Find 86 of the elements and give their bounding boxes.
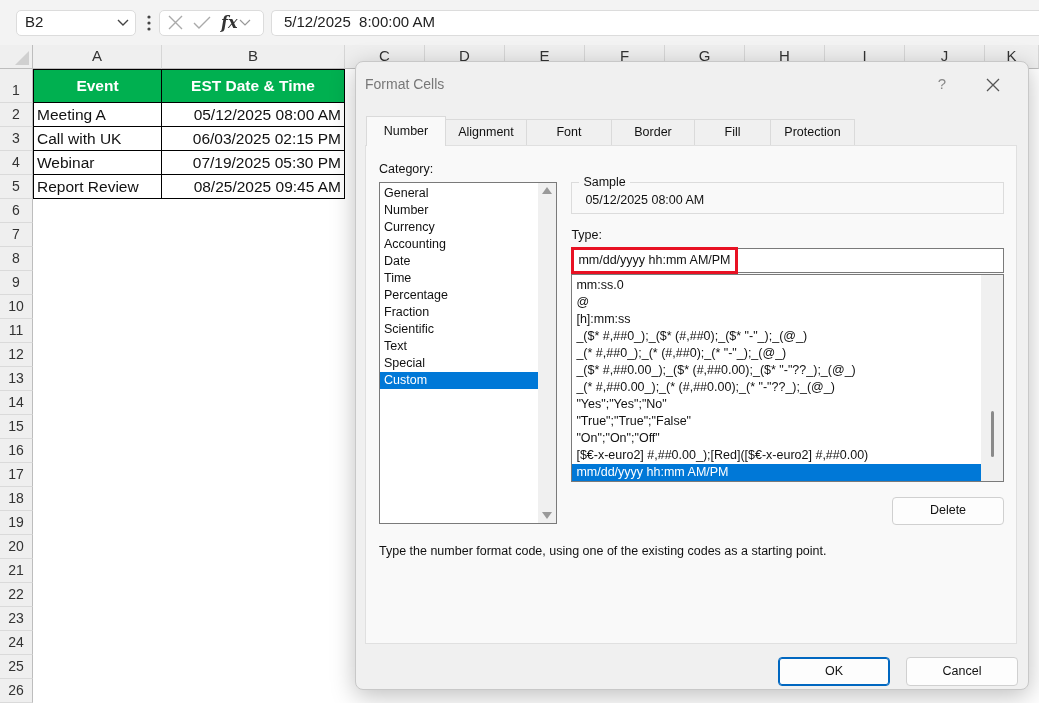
table-cell: Report Review xyxy=(33,175,162,199)
row-header[interactable]: 4 xyxy=(0,151,33,175)
more-options-icon[interactable] xyxy=(147,14,151,31)
row-header[interactable]: 17 xyxy=(0,463,33,487)
column-header[interactable]: A xyxy=(33,45,162,69)
chevron-down-icon[interactable] xyxy=(117,19,129,26)
list-item[interactable]: _(* #,##0.00_);_(* (#,##0.00);_(* "-"??_);_(@_) xyxy=(572,378,981,396)
table-cell: 05/12/2025 08:00 AM xyxy=(162,103,345,127)
list-item[interactable]: Date xyxy=(380,252,539,270)
row-header[interactable]: 11 xyxy=(0,319,33,343)
row-header[interactable]: 10 xyxy=(0,295,33,319)
row-header[interactable]: 26 xyxy=(0,679,33,703)
list-item[interactable]: Number xyxy=(380,201,539,219)
window-title: Format Cells xyxy=(365,75,446,94)
row-header[interactable]: 15 xyxy=(0,415,33,439)
list-item[interactable]: "True";"True";"False" xyxy=(572,412,981,430)
row-header[interactable]: 8 xyxy=(0,247,33,271)
sample-value: 05/12/2025 08:00 AM xyxy=(585,192,706,209)
row-header[interactable]: 14 xyxy=(0,391,33,415)
list-item[interactable]: _($* #,##0_);_($* (#,##0);_($* "-"_);_(@_) xyxy=(572,327,981,345)
list-item[interactable]: Accounting xyxy=(380,235,539,253)
row-header[interactable]: 23 xyxy=(0,607,33,631)
row-header[interactable]: 21 xyxy=(0,559,33,583)
header-cell: EST Date & Time xyxy=(162,69,345,103)
list-item[interactable]: Special xyxy=(380,354,539,372)
list-item[interactable]: @ xyxy=(572,293,981,311)
list-item[interactable]: mm/dd/yyyy hh:mm AM/PM xyxy=(572,463,981,481)
list-item[interactable]: Custom xyxy=(380,371,539,389)
list-item[interactable]: Fraction xyxy=(380,303,539,321)
list-item[interactable]: Currency xyxy=(380,218,539,236)
scroll-up-icon[interactable] xyxy=(542,186,553,194)
table-cell: Webinar xyxy=(33,151,162,175)
row-header[interactable]: 20 xyxy=(0,535,33,559)
cancel-icon[interactable] xyxy=(168,15,183,30)
list-item[interactable]: Time xyxy=(380,269,539,287)
formula-field[interactable]: 5/12/2025 8:00:00 AM xyxy=(271,9,1039,36)
list-item[interactable]: Percentage xyxy=(380,286,539,304)
table-cell: Meeting A xyxy=(33,103,162,127)
row-header[interactable]: 2 xyxy=(0,103,33,127)
row-header[interactable]: 19 xyxy=(0,511,33,535)
hint-text: Type the number format code, using one of the existing codes as a starting point. xyxy=(379,542,828,560)
column-header[interactable]: B xyxy=(162,45,345,69)
header-cell: Event xyxy=(33,69,162,103)
group-label: Sample xyxy=(582,174,627,190)
row-header[interactable]: 9 xyxy=(0,271,33,295)
row-header[interactable]: 16 xyxy=(0,439,33,463)
insert-function-button[interactable]: fx xyxy=(221,10,238,35)
scroll-down-icon[interactable] xyxy=(542,511,553,519)
list-item[interactable]: _(* #,##0_);_(* (#,##0);_(* "-"_);_(@_) xyxy=(572,344,981,362)
row-header[interactable]: 22 xyxy=(0,583,33,607)
table-cell: 07/19/2025 05:30 PM xyxy=(162,151,345,175)
table-cell: 06/03/2025 02:15 PM xyxy=(162,127,345,151)
type-value: mm/dd/yyyy hh:mm AM/PM xyxy=(571,246,738,274)
ok-button[interactable]: OK xyxy=(778,657,890,686)
row-header[interactable]: 5 xyxy=(0,175,33,199)
list-item[interactable]: mm:ss.0 xyxy=(572,276,981,294)
row-header[interactable]: 25 xyxy=(0,655,33,679)
close-icon[interactable] xyxy=(986,77,1000,92)
list-item[interactable]: Scientific xyxy=(380,320,539,338)
list-item[interactable]: "Yes";"Yes";"No" xyxy=(572,395,981,413)
row-header[interactable]: 13 xyxy=(0,367,33,391)
cancel-button[interactable]: Cancel xyxy=(906,657,1018,686)
list-item[interactable]: [$€-x-euro2] #,##0.00_);[Red]([$€-x-euro2] #,##0.00) xyxy=(572,446,981,464)
scrollbar-thumb[interactable] xyxy=(990,410,994,457)
tab[interactable]: Number xyxy=(366,116,446,146)
row-header[interactable]: 1 xyxy=(0,69,33,103)
table-cell: 08/25/2025 09:45 AM xyxy=(162,175,345,199)
name-box[interactable]: B2 xyxy=(16,9,136,36)
list-item[interactable]: General xyxy=(380,184,539,202)
field-label: Type: xyxy=(571,227,603,244)
tab[interactable]: Protection xyxy=(770,119,855,145)
check-icon[interactable] xyxy=(193,15,211,30)
list-item[interactable]: Text xyxy=(380,337,539,355)
list-item[interactable]: _($* #,##0.00_);_($* (#,##0.00);_($* "-"??_);_(@_) xyxy=(572,361,981,379)
row-header[interactable]: 6 xyxy=(0,199,33,223)
list-item[interactable]: "On";"On";"Off" xyxy=(572,429,981,447)
field-label: Category: xyxy=(379,161,435,178)
list-item[interactable]: [h]:mm:ss xyxy=(572,310,981,328)
type-field[interactable]: mm/dd/yyyy hh:mm AM/PM xyxy=(571,247,1004,273)
row-header[interactable]: 12 xyxy=(0,343,33,367)
row-header[interactable]: 7 xyxy=(0,223,33,247)
row-header[interactable]: 3 xyxy=(0,127,33,151)
delete-button[interactable]: Delete xyxy=(892,496,1004,525)
row-header[interactable]: 24 xyxy=(0,631,33,655)
table-cell: Call with UK xyxy=(33,127,162,151)
row-header[interactable]: 18 xyxy=(0,487,33,511)
